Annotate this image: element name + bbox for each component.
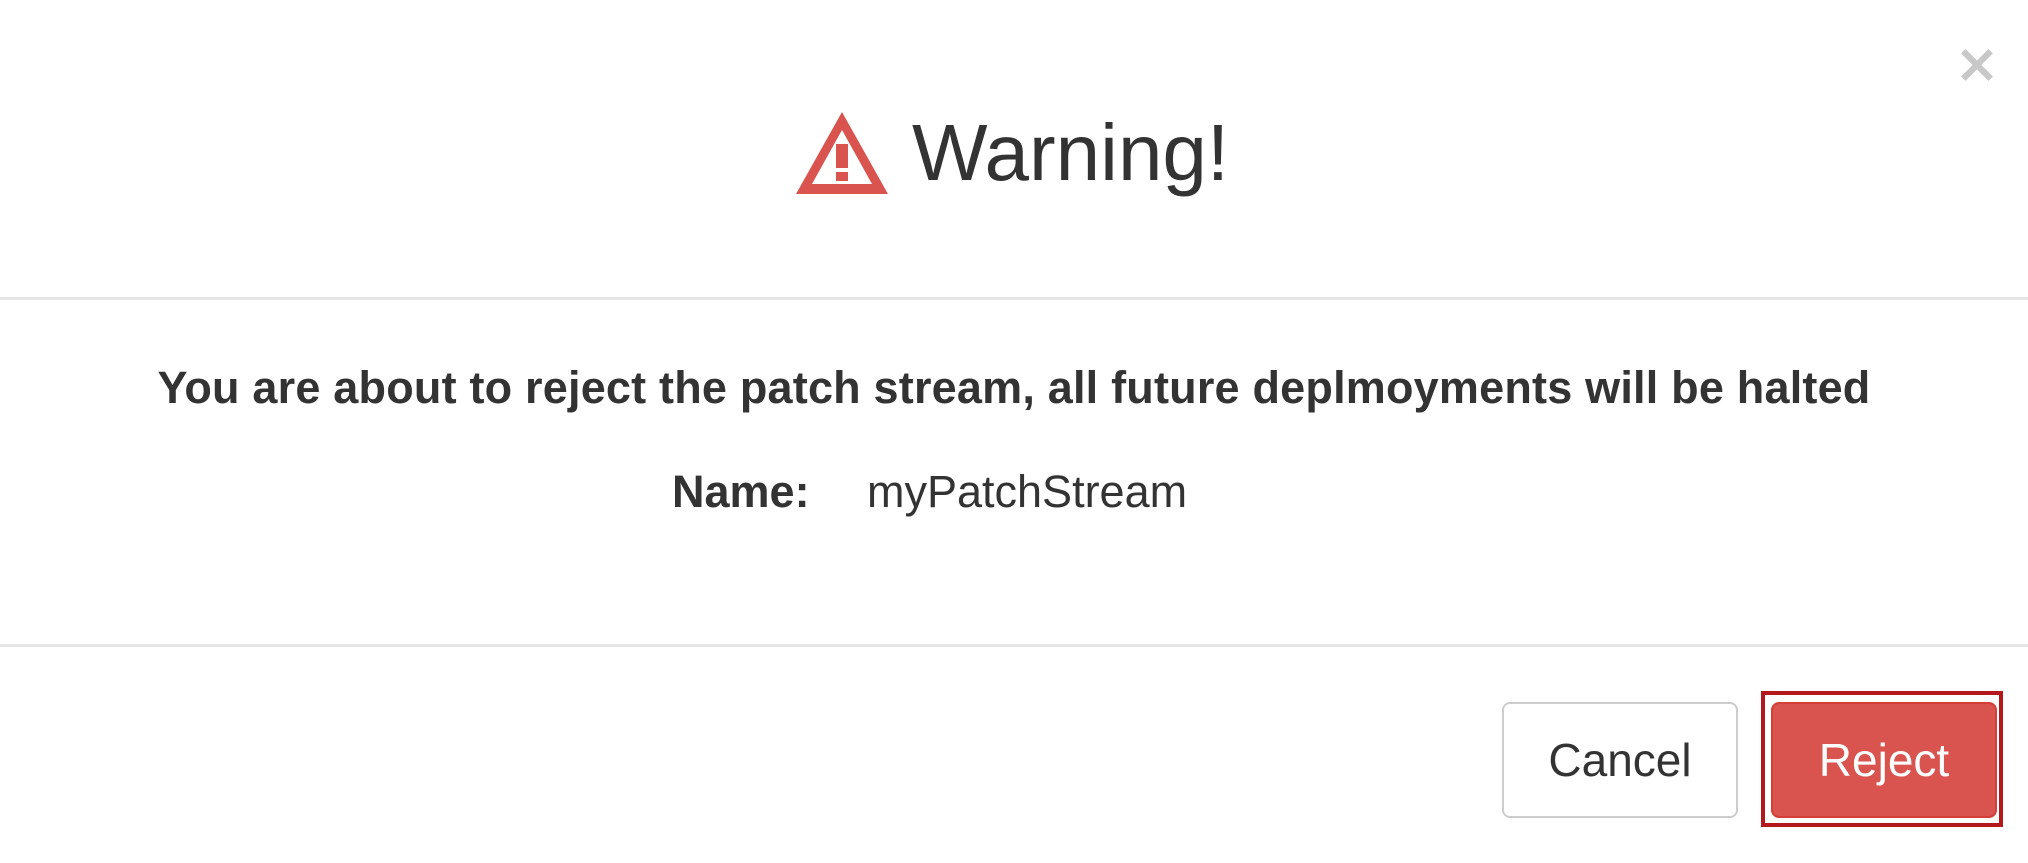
reject-patch-stream-dialog: Warning! × You are about to reject the p… (0, 0, 2028, 863)
dialog-title-group: Warning! (792, 108, 1229, 198)
name-row: Name: myPatchStream (672, 466, 1187, 518)
dialog-title: Warning! (912, 108, 1230, 197)
dialog-footer: Cancel Reject (0, 647, 2028, 863)
warning-message: You are about to reject the patch stream… (157, 362, 1871, 413)
name-value: myPatchStream (867, 466, 1188, 517)
reject-button[interactable]: Reject (1771, 702, 1997, 818)
close-icon[interactable]: × (1954, 37, 1999, 91)
warning-triangle-icon (796, 112, 888, 194)
name-label: Name: (672, 466, 810, 517)
dialog-body: You are about to reject the patch stream… (0, 300, 2028, 647)
dialog-header: Warning! (0, 0, 2028, 300)
cancel-button[interactable]: Cancel (1502, 702, 1738, 818)
